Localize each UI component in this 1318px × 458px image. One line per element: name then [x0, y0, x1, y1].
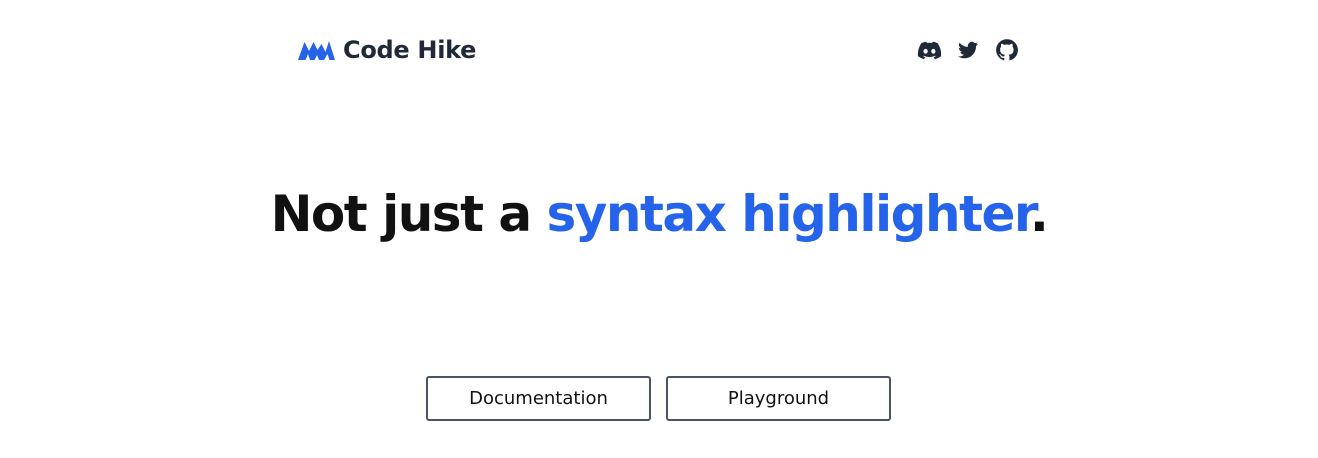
discord-link[interactable]	[916, 38, 942, 62]
documentation-button[interactable]: Documentation	[426, 376, 651, 421]
landing-page: Code Hike Not just a syntax highlighter.	[0, 0, 1318, 458]
brand-name: Code Hike	[343, 36, 477, 64]
discord-icon	[917, 41, 942, 60]
playground-button[interactable]: Playground	[666, 376, 891, 421]
brand-home-link[interactable]: Code Hike	[298, 30, 476, 70]
social-links	[903, 38, 1020, 62]
hero-title-text: Not just a	[270, 185, 547, 243]
twitter-icon	[958, 41, 978, 59]
hero-actions: Documentation Playground	[426, 376, 891, 421]
github-icon	[996, 39, 1018, 61]
hero-title-accent: syntax highlighter	[546, 185, 1032, 243]
github-link[interactable]	[994, 38, 1020, 62]
hero-title: Not just a syntax highlighter.	[0, 186, 1318, 242]
hero-title-period: .	[1029, 185, 1049, 243]
twitter-link[interactable]	[955, 38, 981, 62]
site-header: Code Hike	[298, 30, 1020, 70]
mountain-logo-icon	[298, 41, 335, 60]
